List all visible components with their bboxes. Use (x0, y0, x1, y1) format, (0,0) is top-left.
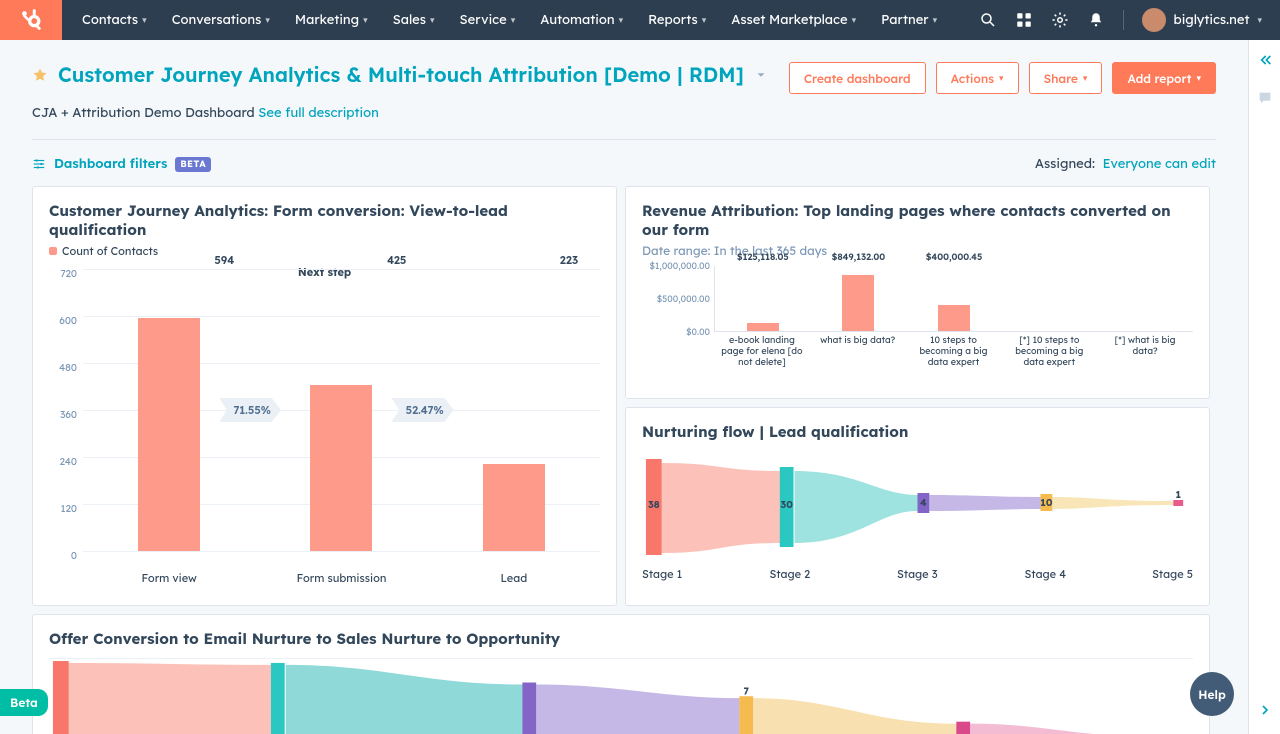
share-button[interactable]: Share▾ (1029, 62, 1103, 94)
nav-menu-automation[interactable]: Automation▾ (528, 0, 635, 40)
card-title: Revenue Attribution: Top landing pages w… (642, 201, 1193, 239)
card-title: Nurturing flow | Lead qualification (642, 422, 1193, 441)
page-header: Customer Journey Analytics & Multi-touch… (32, 62, 1216, 121)
hubspot-logo[interactable] (0, 0, 62, 40)
card-revenue: Revenue Attribution: Top landing pages w… (625, 186, 1210, 399)
nav-menu-contacts[interactable]: Contacts▾ (70, 0, 159, 40)
main-menu: Contacts▾Conversations▾Marketing▾Sales▾S… (62, 0, 949, 40)
bell-icon[interactable] (1087, 11, 1105, 29)
beta-tab[interactable]: Beta (0, 689, 48, 716)
help-button[interactable]: Help (1190, 672, 1234, 716)
top-nav: Contacts▾Conversations▾Marketing▾Sales▾S… (0, 0, 1280, 40)
nav-menu-service[interactable]: Service▾ (448, 0, 528, 40)
nav-menu-conversations[interactable]: Conversations▾ (160, 0, 282, 40)
beta-badge: BETA (175, 157, 211, 172)
nurture-sankey-chart: 38 30 4 10 1 Stage 1Stage 2Stage 3Stage … (642, 453, 1193, 593)
svg-text:10: 10 (1040, 497, 1052, 509)
card-funnel: Customer Journey Analytics: Form convers… (32, 186, 617, 606)
card-nurture-sankey: Nurturing flow | Lead qualification 38 3… (625, 407, 1210, 606)
see-full-description-link[interactable]: See full description (258, 105, 379, 121)
collapse-icon[interactable] (1257, 52, 1273, 68)
card-offer-sankey: Offer Conversion to Email Nurture to Sal… (32, 614, 1210, 734)
rail-next-icon[interactable] (1257, 702, 1273, 718)
chat-icon[interactable] (1257, 90, 1273, 106)
avatar (1142, 8, 1166, 32)
page-title: Customer Journey Analytics & Multi-touch… (58, 62, 744, 87)
svg-text:4: 4 (920, 497, 927, 509)
card-subtitle: Date range: In the last 365 days (642, 243, 1193, 258)
filter-icon (32, 157, 46, 171)
svg-text:7: 7 (744, 685, 750, 697)
right-rail (1248, 40, 1280, 734)
offer-sankey-chart: 34 34 25 7 20 4 (49, 648, 1193, 734)
svg-text:38: 38 (648, 499, 660, 511)
funnel-chart: 012024036048060072059442571.55%22352.47%… (49, 265, 600, 585)
title-dropdown-icon[interactable] (754, 68, 768, 82)
nav-menu-partner[interactable]: Partner▾ (869, 0, 949, 40)
gear-icon[interactable] (1051, 11, 1069, 29)
nav-menu-sales[interactable]: Sales▾ (381, 0, 447, 40)
dashboard-filters-button[interactable]: Dashboard filters BETA (32, 156, 211, 172)
search-icon[interactable] (979, 11, 997, 29)
add-report-button[interactable]: Add report▾ (1112, 62, 1216, 94)
actions-button[interactable]: Actions▾ (936, 62, 1019, 94)
card-title: Offer Conversion to Email Nurture to Sal… (49, 629, 1193, 648)
nav-menu-marketing[interactable]: Marketing▾ (283, 0, 380, 40)
nav-menu-asset-marketplace[interactable]: Asset Marketplace▾ (719, 0, 868, 40)
account-menu[interactable]: biglytics.net ▾ (1142, 8, 1263, 32)
marketplace-icon[interactable] (1015, 11, 1033, 29)
account-name: biglytics.net (1174, 12, 1250, 28)
favorite-star-icon[interactable] (32, 67, 48, 83)
svg-text:30: 30 (780, 499, 793, 511)
revenue-chart: $0.00$500,000.00$1,000,000.00$125,118.05… (642, 266, 1193, 386)
svg-text:1: 1 (1175, 489, 1181, 501)
nav-menu-reports[interactable]: Reports▾ (636, 0, 718, 40)
legend-color-icon (49, 247, 57, 255)
description-row: CJA + Attribution Demo Dashboard See ful… (32, 105, 768, 121)
assigned-link[interactable]: Everyone can edit (1103, 156, 1216, 172)
card-title: Customer Journey Analytics: Form convers… (49, 201, 600, 239)
create-dashboard-button[interactable]: Create dashboard (789, 62, 926, 94)
